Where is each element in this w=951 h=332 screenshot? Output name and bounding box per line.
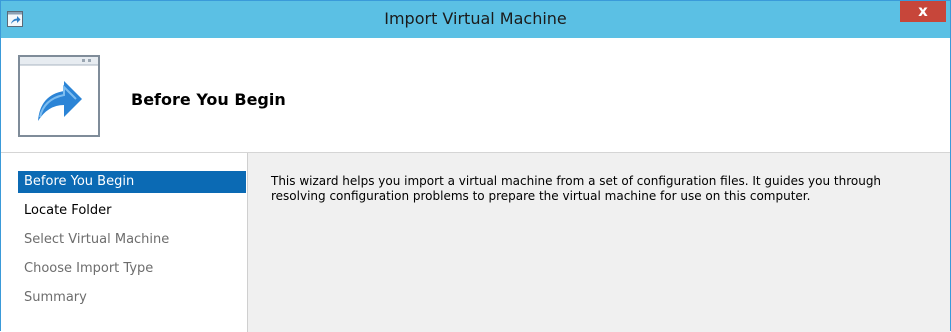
wizard-description: This wizard helps you import a virtual m…	[271, 174, 882, 203]
page-heading: Before You Begin	[131, 90, 286, 109]
nav-item-before-you-begin[interactable]: Before You Begin	[18, 171, 246, 193]
import-vm-window: Import Virtual Machine x Before You Begi…	[0, 0, 951, 332]
wizard-steps-nav: Before You Begin Locate Folder Select Vi…	[1, 153, 248, 332]
title-bar: Import Virtual Machine x	[1, 1, 950, 38]
nav-item-locate-folder[interactable]: Locate Folder	[18, 200, 246, 222]
nav-item-summary: Summary	[24, 290, 87, 305]
import-wizard-icon	[18, 55, 100, 137]
nav-item-select-virtual-machine: Select Virtual Machine	[24, 232, 170, 247]
nav-item-choose-import-type: Choose Import Type	[24, 261, 154, 276]
wizard-content: This wizard helps you import a virtual m…	[248, 153, 950, 332]
window-title: Import Virtual Machine	[384, 9, 567, 28]
close-button[interactable]: x	[900, 1, 946, 22]
wizard-header: Before You Begin	[1, 38, 950, 153]
